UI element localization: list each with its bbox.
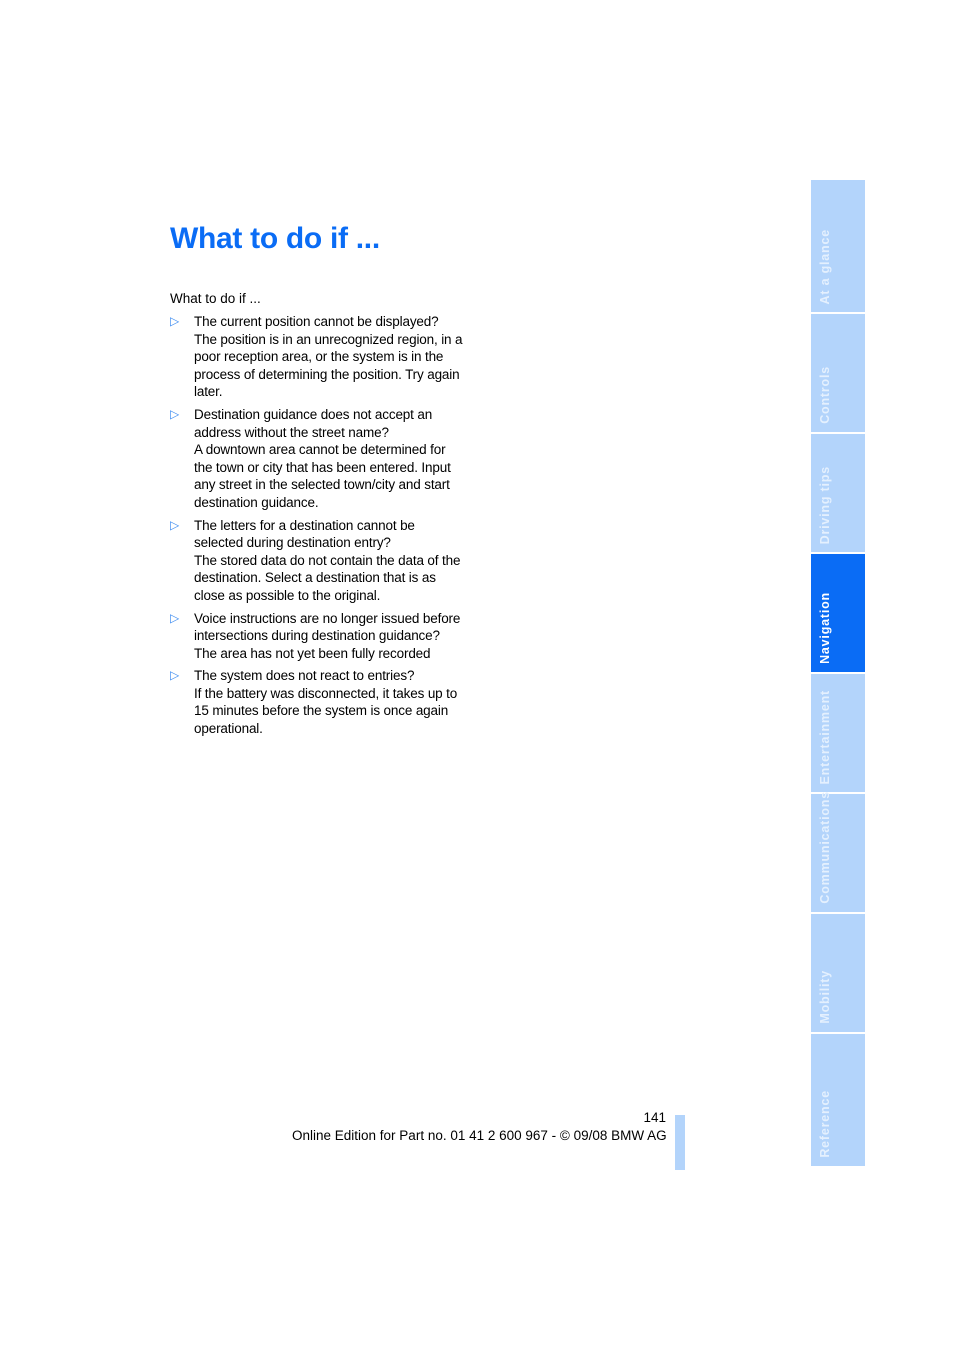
tab-label: Driving tips: [818, 465, 832, 544]
intro-text: What to do if ...: [170, 291, 261, 306]
tab-label: Entertainment: [818, 689, 832, 784]
tab-at-a-glance[interactable]: At a glance: [811, 180, 865, 312]
tab-driving-tips[interactable]: Driving tips: [811, 434, 865, 552]
tab-label: Communications: [818, 791, 832, 904]
triangle-bullet-icon: ▷: [170, 610, 180, 625]
item-question: The current position cannot be displayed…: [194, 314, 439, 329]
item-question: Destination guidance does not accept an …: [194, 406, 433, 440]
tab-communications[interactable]: Communications: [811, 791, 865, 912]
item-question: The system does not react to entries?: [194, 668, 415, 684]
item-answer: The position is in an unrecognized regio…: [194, 331, 463, 400]
item-answer: The stored data do not contain the data …: [194, 552, 461, 603]
triangle-bullet-icon: ▷: [170, 314, 180, 328]
list-item: ▷ Destination guidance does not accept a…: [170, 406, 465, 512]
tab-label: Reference: [818, 1090, 832, 1158]
item-answer: The area has not yet been fully recorded: [194, 645, 431, 661]
list-item: ▷ The system does not react to entries? …: [170, 667, 465, 737]
faq-list: ▷ The current position cannot be display…: [170, 313, 465, 743]
tab-reference[interactable]: Reference: [811, 1034, 865, 1166]
tab-label: Controls: [818, 366, 832, 424]
list-item: ▷ The letters for a destination cannot b…: [170, 517, 465, 605]
tab-label: Navigation: [818, 592, 832, 664]
tab-label: Mobility: [818, 970, 832, 1024]
tab-mobility[interactable]: Mobility: [811, 914, 865, 1032]
tab-entertainment[interactable]: Entertainment: [811, 674, 865, 792]
tab-navigation[interactable]: Navigation: [811, 554, 865, 672]
tab-label: At a glance: [818, 228, 832, 305]
page-title: What to do if ...: [170, 222, 380, 255]
triangle-bullet-icon: ▷: [170, 517, 180, 532]
tab-controls[interactable]: Controls: [811, 314, 865, 432]
list-item: ▷ Voice instructions are no longer issue…: [170, 610, 465, 663]
chapter-tabs: At a glance Controls Driving tips Naviga…: [811, 180, 865, 1166]
page-edge-marker: [675, 1115, 685, 1170]
item-answer: If the battery was disconnected, it take…: [194, 685, 458, 737]
item-question: The letters for a destination cannot be …: [194, 517, 415, 551]
item-answer: A downtown area cannot be determined for…: [194, 442, 451, 510]
list-item: ▷ The current position cannot be display…: [170, 313, 465, 401]
triangle-bullet-icon: ▷: [170, 668, 180, 683]
page-number: 141: [643, 1110, 666, 1125]
footer-edition-text: Online Edition for Part no. 01 41 2 600 …: [292, 1128, 667, 1143]
triangle-bullet-icon: ▷: [170, 406, 180, 421]
item-question: Voice instructions are no longer issued …: [194, 610, 461, 644]
